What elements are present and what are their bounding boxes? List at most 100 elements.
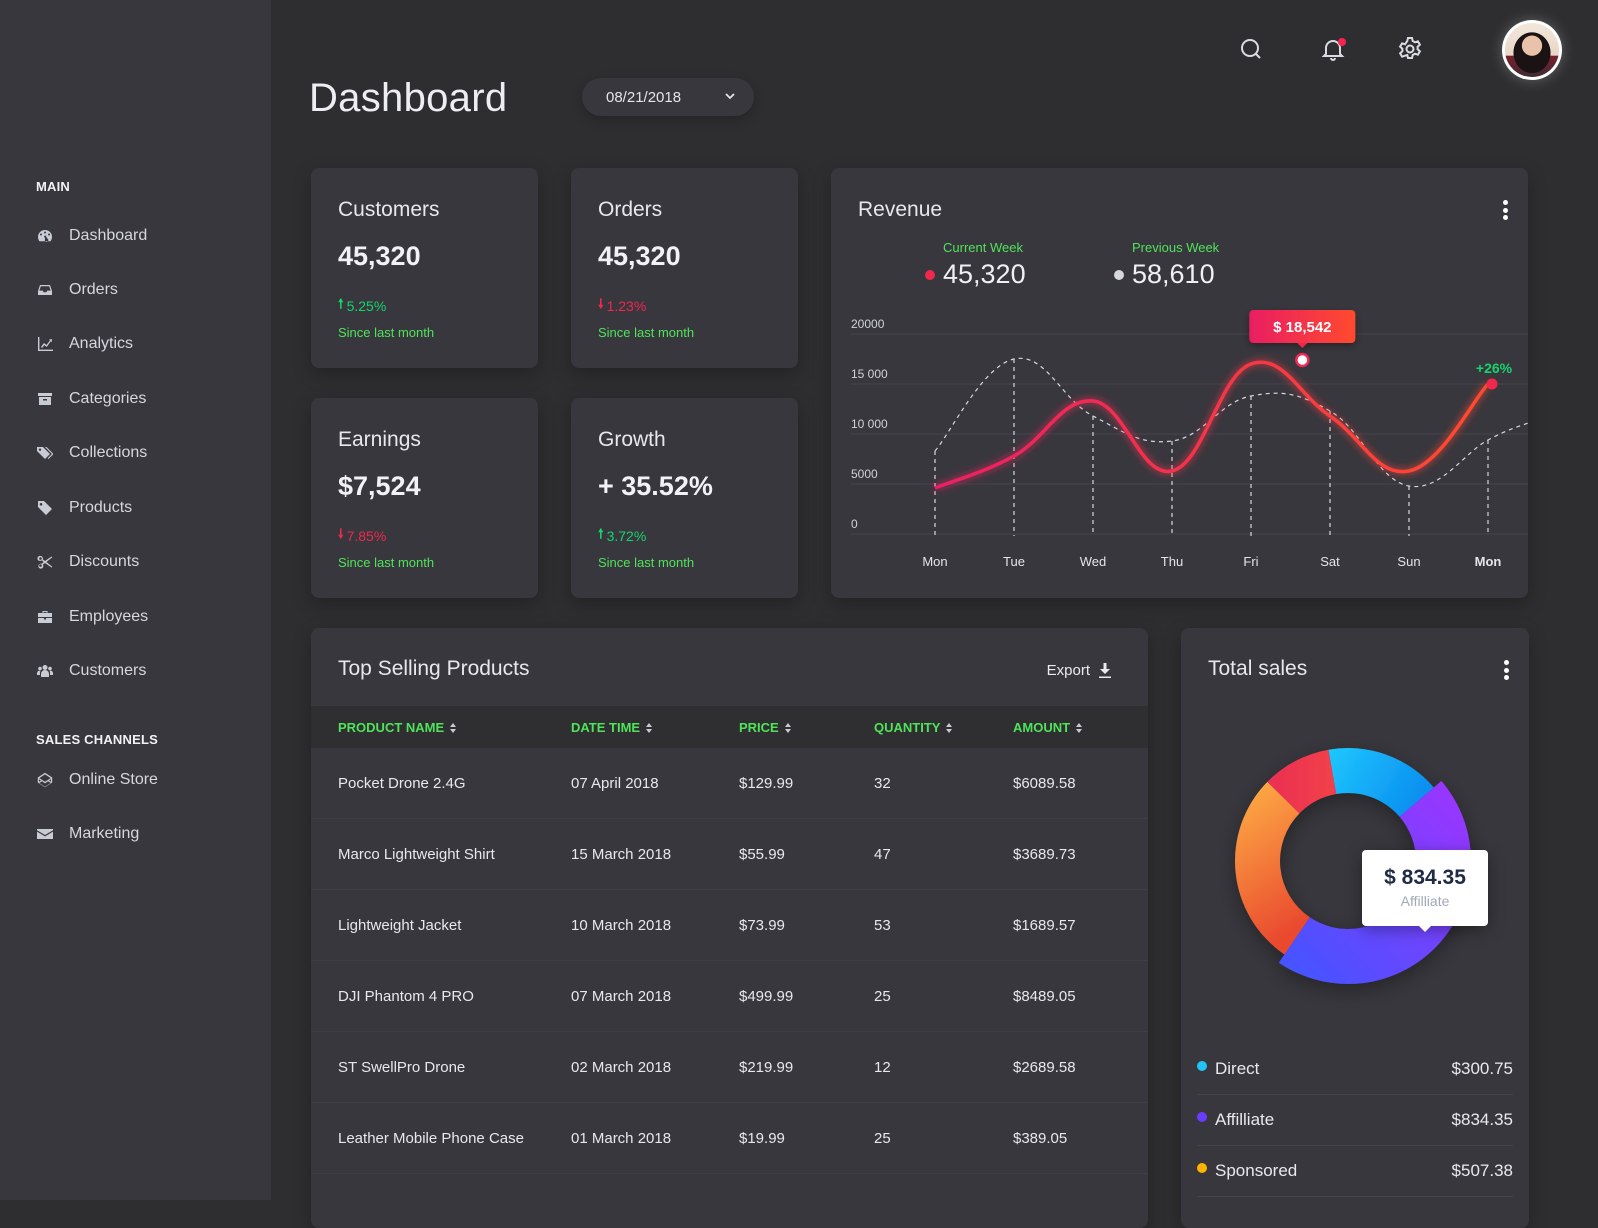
sidebar: MAIN Dashboard Orders Analytics Categori… bbox=[0, 0, 271, 1200]
export-button[interactable]: Export bbox=[1047, 662, 1112, 679]
column-header-amount[interactable]: AMOUNT bbox=[1013, 720, 1083, 735]
sidebar-item-products[interactable]: Products bbox=[36, 494, 132, 522]
settings-button[interactable] bbox=[1397, 36, 1423, 62]
sidebar-item-categories[interactable]: Categories bbox=[36, 385, 146, 413]
stat-title: Growth bbox=[598, 428, 666, 451]
legend-name: Direct bbox=[1215, 1059, 1260, 1078]
legend-dot bbox=[1197, 1061, 1207, 1071]
revenue-tooltip: $ 18,542 bbox=[1249, 310, 1356, 348]
date-picker-select[interactable]: 08/21/2018 bbox=[582, 78, 754, 116]
cell-amount: $1689.57 bbox=[1013, 917, 1076, 934]
download-icon bbox=[1099, 662, 1111, 678]
legend-item-affiliate: Affilliate $834.35 bbox=[1197, 1095, 1513, 1146]
sidebar-item-dashboard[interactable]: Dashboard bbox=[36, 222, 147, 250]
table-row[interactable]: Leather Mobile Phone Case 01 March 2018 $1… bbox=[311, 1103, 1148, 1174]
column-header-date-time[interactable]: DATE TIME bbox=[571, 720, 653, 735]
column-header-price[interactable]: PRICE bbox=[739, 720, 792, 735]
column-header-product-name[interactable]: PRODUCT NAME bbox=[338, 720, 457, 735]
search-button[interactable] bbox=[1238, 36, 1264, 62]
column-label: PRICE bbox=[739, 720, 779, 735]
cell-quantity: 12 bbox=[874, 1059, 891, 1076]
sort-icon bbox=[784, 722, 792, 734]
tag-icon bbox=[36, 500, 54, 516]
cell-product-name: Leather Mobile Phone Case bbox=[338, 1130, 524, 1147]
user-avatar[interactable] bbox=[1502, 20, 1562, 80]
x-tick-label: Mon bbox=[922, 554, 947, 569]
legend-dot bbox=[1197, 1112, 1207, 1122]
arrow-down-icon: 🠗 bbox=[338, 526, 344, 541]
revenue-line-chart: 0 5000 10 000 15 000 20000 Mon Tue Wed Thu Fri Sa… bbox=[851, 310, 1528, 569]
legend-dot bbox=[1197, 1163, 1207, 1173]
cell-date-time: 10 March 2018 bbox=[571, 917, 672, 934]
cell-amount: $8489.05 bbox=[1013, 988, 1076, 1005]
users-icon bbox=[36, 663, 54, 679]
cell-quantity: 47 bbox=[874, 846, 891, 863]
column-header-quantity[interactable]: QUANTITY bbox=[874, 720, 953, 735]
y-tick-label: 5000 bbox=[851, 467, 878, 481]
x-tick-label: Fri bbox=[1243, 554, 1258, 569]
sidebar-item-online-store[interactable]: Online Store bbox=[36, 766, 158, 794]
x-tick-label: Sun bbox=[1397, 554, 1420, 569]
cell-date-time: 07 March 2018 bbox=[571, 988, 672, 1005]
series-line-previous-week bbox=[934, 357, 1528, 488]
envelope-icon bbox=[36, 826, 54, 842]
table-row[interactable]: ST SwellPro Drone 02 March 2018 $219.99 12 $… bbox=[311, 1032, 1148, 1103]
sidebar-item-marketing[interactable]: Marketing bbox=[36, 820, 139, 848]
table-row[interactable]: Marco Lightweight Shirt 15 March 2018 $55.… bbox=[311, 819, 1148, 890]
search-icon bbox=[1241, 39, 1261, 59]
cell-price: $219.99 bbox=[739, 1059, 794, 1076]
table-header: PRODUCT NAME DATE TIME PRICE QUANTITY AM… bbox=[311, 706, 1148, 748]
y-tick-label: 20000 bbox=[851, 317, 885, 331]
column-label: DATE TIME bbox=[571, 720, 641, 735]
main-content: Dashboard 08/21/2018 Customers 45,320 🠕 5… bbox=[271, 0, 1598, 1228]
sidebar-item-label: Analytics bbox=[69, 335, 134, 352]
legend-item-direct: Direct $300.75 bbox=[1197, 1044, 1513, 1095]
avatar-image bbox=[1505, 23, 1559, 77]
top-selling-products-card: Top Selling Products Export PRODUCT NAME… bbox=[311, 628, 1148, 1228]
stat-delta: 🠕 5.25% bbox=[338, 295, 386, 317]
stat-card-growth: Growth + 35.52% 🠕 3.72% Since last month bbox=[571, 398, 798, 598]
sidebar-item-label: Employees bbox=[69, 608, 149, 625]
inbox-icon bbox=[36, 282, 54, 298]
cell-date-time: 02 March 2018 bbox=[571, 1059, 672, 1076]
sidebar-item-discounts[interactable]: Discounts bbox=[36, 548, 139, 576]
cell-date-time: 07 April 2018 bbox=[571, 775, 659, 792]
y-tick-label: 15 000 bbox=[851, 367, 888, 381]
legend-value: $300.75 bbox=[1451, 1059, 1513, 1078]
sidebar-item-orders[interactable]: Orders bbox=[36, 276, 118, 304]
sidebar-item-label: Collections bbox=[69, 444, 148, 461]
cell-price: $19.99 bbox=[739, 1130, 785, 1147]
date-value: 08/21/2018 bbox=[606, 88, 682, 106]
sidebar-item-label: Dashboard bbox=[69, 227, 148, 244]
series-line-current-week bbox=[934, 360, 1490, 490]
table-row[interactable]: Lightweight Jacket 10 March 2018 $73.99 53 $… bbox=[311, 890, 1148, 961]
stat-card-earnings: Earnings $7,524 🠗 7.85% Since last month bbox=[311, 398, 538, 598]
tooltip-value: $ 18,542 bbox=[1273, 319, 1331, 336]
cell-amount: $3689.73 bbox=[1013, 846, 1076, 863]
dashboard-gauge-icon bbox=[36, 228, 54, 244]
sidebar-item-collections[interactable]: Collections bbox=[36, 439, 147, 467]
cell-amount: $389.05 bbox=[1013, 1130, 1068, 1147]
delta-value: 3.72% bbox=[606, 528, 647, 544]
x-tick-label: Wed bbox=[1080, 554, 1107, 569]
stat-delta: 🠗 7.85% bbox=[338, 525, 386, 547]
sidebar-item-employees[interactable]: Employees bbox=[36, 603, 148, 631]
stat-title: Orders bbox=[598, 198, 663, 221]
sidebar-item-analytics[interactable]: Analytics bbox=[36, 330, 133, 358]
table-row[interactable]: DJI Phantom 4 PRO 07 March 2018 $499.99 25 $… bbox=[311, 961, 1148, 1032]
column-label: PRODUCT NAME bbox=[338, 720, 445, 735]
codepen-cube-icon bbox=[36, 772, 54, 788]
arrow-up-icon: 🠕 bbox=[338, 296, 344, 311]
table-row[interactable]: Pocket Drone 2.4G 07 April 2018 $129.99 32 $… bbox=[311, 748, 1148, 819]
stat-value: 45,320 bbox=[598, 241, 681, 271]
cell-quantity: 32 bbox=[874, 775, 891, 792]
sidebar-item-customers[interactable]: Customers bbox=[36, 657, 146, 685]
cell-amount: $2689.58 bbox=[1013, 1059, 1076, 1076]
notifications-button[interactable] bbox=[1320, 36, 1346, 62]
gear-icon bbox=[1398, 37, 1422, 59]
growth-annotation: +26% bbox=[1476, 360, 1513, 376]
stat-since: Since last month bbox=[598, 555, 695, 570]
peak-point-marker bbox=[1295, 352, 1310, 368]
stat-value: 45,320 bbox=[338, 241, 421, 271]
export-label: Export bbox=[1046, 662, 1090, 679]
